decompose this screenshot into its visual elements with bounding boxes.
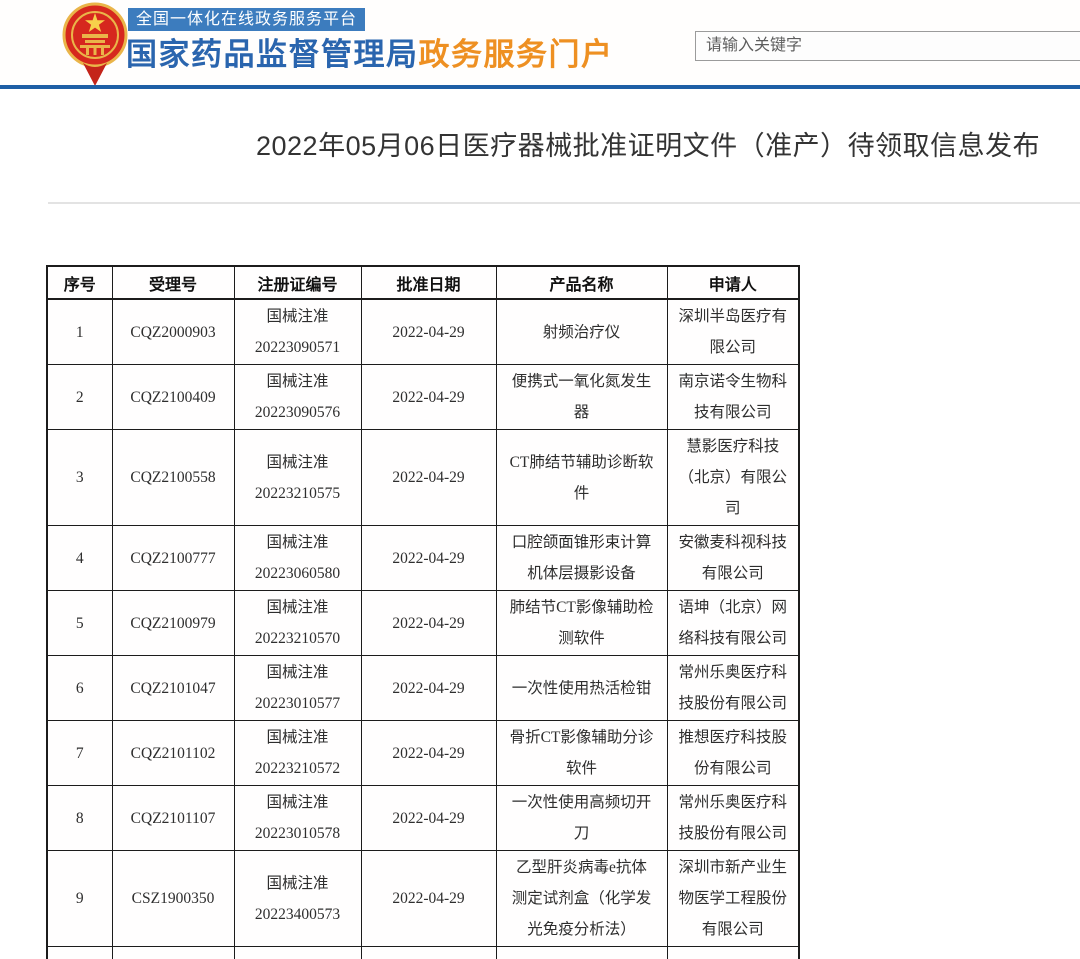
agency-name: 国家药品监督管理局 [126, 37, 419, 72]
cell-seq: 6 [47, 656, 112, 721]
cell-registration-no: 国械注准 20223060580 [234, 526, 361, 591]
cell-empty [496, 947, 667, 959]
cell-registration-no: 国械注准 20223090576 [234, 365, 361, 430]
cell-empty [234, 947, 361, 959]
cell-seq: 7 [47, 721, 112, 786]
cell-empty [112, 947, 234, 959]
cell-acceptance-no: CQZ2100558 [112, 430, 234, 526]
cell-product-name: 乙型肝炎病毒e抗体 测定试剂盒（化学发 光免疫分析法） [496, 851, 667, 947]
header-divider [0, 85, 1080, 89]
cell-product-name: 骨折CT影像辅助分诊 软件 [496, 721, 667, 786]
cell-applicant: 慧影医疗科技 （北京）有限公 司 [667, 430, 799, 526]
cell-product-name: 一次性使用热活检钳 [496, 656, 667, 721]
cell-registration-no: 国械注准 20223090571 [234, 299, 361, 365]
cell-seq: 4 [47, 526, 112, 591]
cell-applicant: 安徽麦科视科技 有限公司 [667, 526, 799, 591]
cell-seq: 8 [47, 786, 112, 851]
table-row: 1CQZ2000903国械注准 202230905712022-04-29射频治… [47, 299, 799, 365]
portal-name: 政务服务门户 [419, 37, 614, 72]
cell-approval-date: 2022-04-29 [361, 591, 496, 656]
cell-seq: 5 [47, 591, 112, 656]
cell-product-name: 一次性使用高频切开 刀 [496, 786, 667, 851]
cell-approval-date: 2022-04-29 [361, 299, 496, 365]
cell-applicant: 深圳半岛医疗有 限公司 [667, 299, 799, 365]
cell-applicant: 语坤（北京）网 络科技有限公司 [667, 591, 799, 656]
cell-approval-date: 2022-04-29 [361, 851, 496, 947]
table-row: 5CQZ2100979国械注准 202232105702022-04-29肺结节… [47, 591, 799, 656]
cell-empty [361, 947, 496, 959]
cell-empty [667, 947, 799, 959]
table-row: 2CQZ2100409国械注准 202230905762022-04-29便携式… [47, 365, 799, 430]
national-emblem-icon [62, 1, 128, 87]
cell-acceptance-no: CQZ2100409 [112, 365, 234, 430]
column-header-applicant: 申请人 [667, 266, 799, 299]
cell-acceptance-no: CQZ2000903 [112, 299, 234, 365]
page-title: 2022年05月06日医疗器械批准证明文件（准产）待领取信息发布 [256, 124, 1040, 163]
table-row: 8CQZ2101107国械注准 202230105782022-04-29一次性… [47, 786, 799, 851]
title-divider [48, 202, 1080, 204]
column-header-registration-no: 注册证编号 [234, 266, 361, 299]
cell-approval-date: 2022-04-29 [361, 526, 496, 591]
cell-applicant: 常州乐奥医疗科 技股份有限公司 [667, 656, 799, 721]
table-row: 3CQZ2100558国械注准 202232105752022-04-29CT肺… [47, 430, 799, 526]
site-header: 全国一体化在线政务服务平台 国家药品监督管理局政务服务门户 [0, 0, 1080, 85]
cell-seq: 2 [47, 365, 112, 430]
cell-product-name: 便携式一氧化氮发生 器 [496, 365, 667, 430]
cell-registration-no: 国械注准 20223210575 [234, 430, 361, 526]
cell-seq: 3 [47, 430, 112, 526]
table-body: 1CQZ2000903国械注准 202230905712022-04-29射频治… [47, 299, 799, 959]
cell-approval-date: 2022-04-29 [361, 786, 496, 851]
cell-registration-no: 国械注准 20223400573 [234, 851, 361, 947]
cell-acceptance-no: CSZ1900350 [112, 851, 234, 947]
cell-registration-no: 国械注准 20223010578 [234, 786, 361, 851]
table-row: 6CQZ2101047国械注准 202230105772022-04-29一次性… [47, 656, 799, 721]
cell-acceptance-no: CQZ2100777 [112, 526, 234, 591]
cell-acceptance-no: CQZ2100979 [112, 591, 234, 656]
cell-product-name: 肺结节CT影像辅助检 测软件 [496, 591, 667, 656]
cell-approval-date: 2022-04-29 [361, 430, 496, 526]
page: 全国一体化在线政务服务平台 国家药品监督管理局政务服务门户 2022年05月06… [0, 0, 1080, 959]
cell-approval-date: 2022-04-29 [361, 365, 496, 430]
column-header-acceptance-no: 受理号 [112, 266, 234, 299]
cell-product-name: 射频治疗仪 [496, 299, 667, 365]
column-header-seq: 序号 [47, 266, 112, 299]
cell-product-name: CT肺结节辅助诊断软 件 [496, 430, 667, 526]
cell-empty [47, 947, 112, 959]
cell-acceptance-no: CQZ2101102 [112, 721, 234, 786]
table-header-row: 序号 受理号 注册证编号 批准日期 产品名称 申请人 [47, 266, 799, 299]
cell-applicant: 常州乐奥医疗科 技股份有限公司 [667, 786, 799, 851]
column-header-product-name: 产品名称 [496, 266, 667, 299]
approval-table: 序号 受理号 注册证编号 批准日期 产品名称 申请人 1CQZ2000903国械… [46, 265, 800, 959]
cell-registration-no: 国械注准 20223210570 [234, 591, 361, 656]
table-row-partial [47, 947, 799, 959]
platform-badge: 全国一体化在线政务服务平台 [128, 8, 365, 31]
table-row: 9CSZ1900350国械注准 202234005732022-04-29乙型肝… [47, 851, 799, 947]
column-header-approval-date: 批准日期 [361, 266, 496, 299]
cell-product-name: 口腔颌面锥形束计算 机体层摄影设备 [496, 526, 667, 591]
cell-acceptance-no: CQZ2101047 [112, 656, 234, 721]
cell-seq: 1 [47, 299, 112, 365]
table-row: 4CQZ2100777国械注准 202230605802022-04-29口腔颌… [47, 526, 799, 591]
cell-applicant: 推想医疗科技股 份有限公司 [667, 721, 799, 786]
table-row: 7CQZ2101102国械注准 202232105722022-04-29骨折C… [47, 721, 799, 786]
table-header: 序号 受理号 注册证编号 批准日期 产品名称 申请人 [47, 266, 799, 299]
cell-registration-no: 国械注准 20223210572 [234, 721, 361, 786]
cell-seq: 9 [47, 851, 112, 947]
cell-applicant: 南京诺令生物科 技有限公司 [667, 365, 799, 430]
site-logo-title: 国家药品监督管理局政务服务门户 [126, 29, 614, 74]
cell-applicant: 深圳市新产业生 物医学工程股份 有限公司 [667, 851, 799, 947]
cell-approval-date: 2022-04-29 [361, 656, 496, 721]
cell-registration-no: 国械注准 20223010577 [234, 656, 361, 721]
cell-approval-date: 2022-04-29 [361, 721, 496, 786]
search-input[interactable] [695, 31, 1080, 61]
cell-acceptance-no: CQZ2101107 [112, 786, 234, 851]
